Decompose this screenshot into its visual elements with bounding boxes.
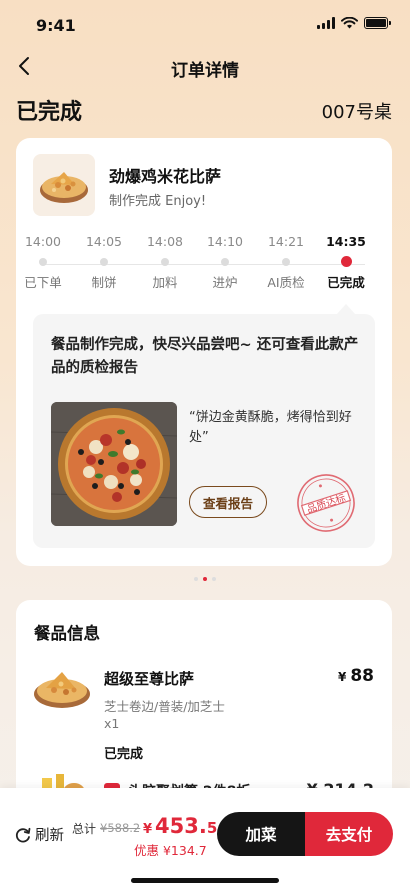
item-price: ¥88 xyxy=(338,666,374,686)
carousel-dot xyxy=(212,577,216,581)
carousel-dot-active xyxy=(203,577,207,581)
progress-timeline: 14:00 已下单 14:05 制饼 14:08 加料 14:10 进炉 14:… xyxy=(24,234,382,304)
total-label: 总计 xyxy=(72,822,97,836)
pizza-slice-thumbnail xyxy=(34,672,90,708)
timeline-step: 14:00 已下单 xyxy=(13,234,73,291)
carousel-indicator xyxy=(0,577,410,581)
report-message: 餐品制作完成，快尽兴品尝吧~ 还可查看此款产品的质检报告 xyxy=(51,337,359,376)
quality-stamp-icon: 品质达标 xyxy=(297,474,355,532)
timeline-step: 14:21 AI质检 xyxy=(256,234,316,291)
refresh-label: 刷新 xyxy=(35,828,64,844)
status-icons xyxy=(317,17,391,29)
report-quote: “饼边金黄酥脆，烤得恰到好处” xyxy=(189,410,352,445)
product-subtitle: 制作完成 Enjoy! xyxy=(109,194,207,209)
product-thumbnail xyxy=(33,154,95,216)
pay-button[interactable]: 去支付 xyxy=(305,812,393,856)
total-integer: 453. xyxy=(155,814,207,838)
wifi-icon xyxy=(341,17,358,29)
status-time: 9:41 xyxy=(36,16,76,35)
discount-amount: 优惠 ¥134.7 xyxy=(134,843,207,858)
step-dot xyxy=(282,258,290,266)
total-amount: ¥453.5 xyxy=(143,814,217,838)
step-time: 14:00 xyxy=(24,234,62,249)
step-label: 已完成 xyxy=(327,275,365,290)
status-bar: 9:41 xyxy=(0,0,410,48)
timeline-step: 14:05 制饼 xyxy=(74,234,134,291)
step-time: 14:08 xyxy=(146,234,184,249)
step-label: 制饼 xyxy=(91,275,117,290)
stamp-text: 品质达标 xyxy=(305,492,347,516)
timeline-step: 14:10 进炉 xyxy=(195,234,255,291)
carousel-dot xyxy=(194,577,198,581)
add-dish-button[interactable]: 加菜 xyxy=(217,812,305,856)
home-indicator xyxy=(131,878,279,883)
currency-symbol: ¥ xyxy=(337,670,347,684)
pizza-photo xyxy=(51,402,177,526)
step-label: AI质检 xyxy=(267,275,305,290)
step-time: 14:35 xyxy=(326,234,366,249)
quality-report-panel: 餐品制作完成，快尽兴品尝吧~ 还可查看此款产品的质检报告 “饼边金黄酥脆，烤得恰… xyxy=(33,304,375,548)
step-dot xyxy=(221,258,229,266)
refresh-button[interactable]: 刷新 xyxy=(14,824,64,845)
timeline-step-active: 14:35 已完成 xyxy=(316,234,376,291)
step-label: 已下单 xyxy=(24,275,62,290)
refresh-icon xyxy=(15,827,31,842)
step-time: 14:05 xyxy=(85,234,123,249)
currency-symbol: ¥ xyxy=(143,822,153,837)
cellular-signal-icon xyxy=(317,17,335,29)
item-spec: 芝士卷边/普装/加芝士 xyxy=(104,699,225,714)
table-number: 007号桌 xyxy=(321,102,392,123)
original-total: ¥588.2 xyxy=(100,821,141,835)
checkout-bar: 刷新 总计 ¥588.2 ¥453.5 优惠 ¥134.7 加菜 去支付 xyxy=(0,788,410,894)
timeline-step: 14:08 加料 xyxy=(135,234,195,291)
battery-icon xyxy=(364,17,391,29)
view-report-button[interactable]: 查看报告 xyxy=(189,486,267,518)
product-name: 劲爆鸡米花比萨 xyxy=(109,167,222,186)
step-time: 14:21 xyxy=(267,234,305,249)
step-time: 14:10 xyxy=(206,234,244,249)
order-progress-card: 劲爆鸡米花比萨 制作完成 Enjoy! 14:00 已下单 14:05 制饼 1… xyxy=(16,138,392,566)
step-dot xyxy=(39,258,47,266)
order-status: 已完成 xyxy=(16,100,83,125)
total-decimal: 5 xyxy=(206,819,218,837)
section-title: 餐品信息 xyxy=(34,624,100,643)
step-label: 加料 xyxy=(152,275,178,290)
price-value: 88 xyxy=(350,666,374,686)
step-dot-active xyxy=(340,256,352,267)
step-dot xyxy=(100,258,108,266)
item-status: 已完成 xyxy=(104,747,144,762)
step-dot xyxy=(161,258,169,266)
action-buttons: 加菜 去支付 xyxy=(217,812,393,856)
item-quantity: x1 xyxy=(104,716,120,731)
step-label: 进炉 xyxy=(212,275,238,290)
page-title: 订单详情 xyxy=(171,61,239,81)
item-name: 超级至尊比萨 xyxy=(104,670,195,688)
